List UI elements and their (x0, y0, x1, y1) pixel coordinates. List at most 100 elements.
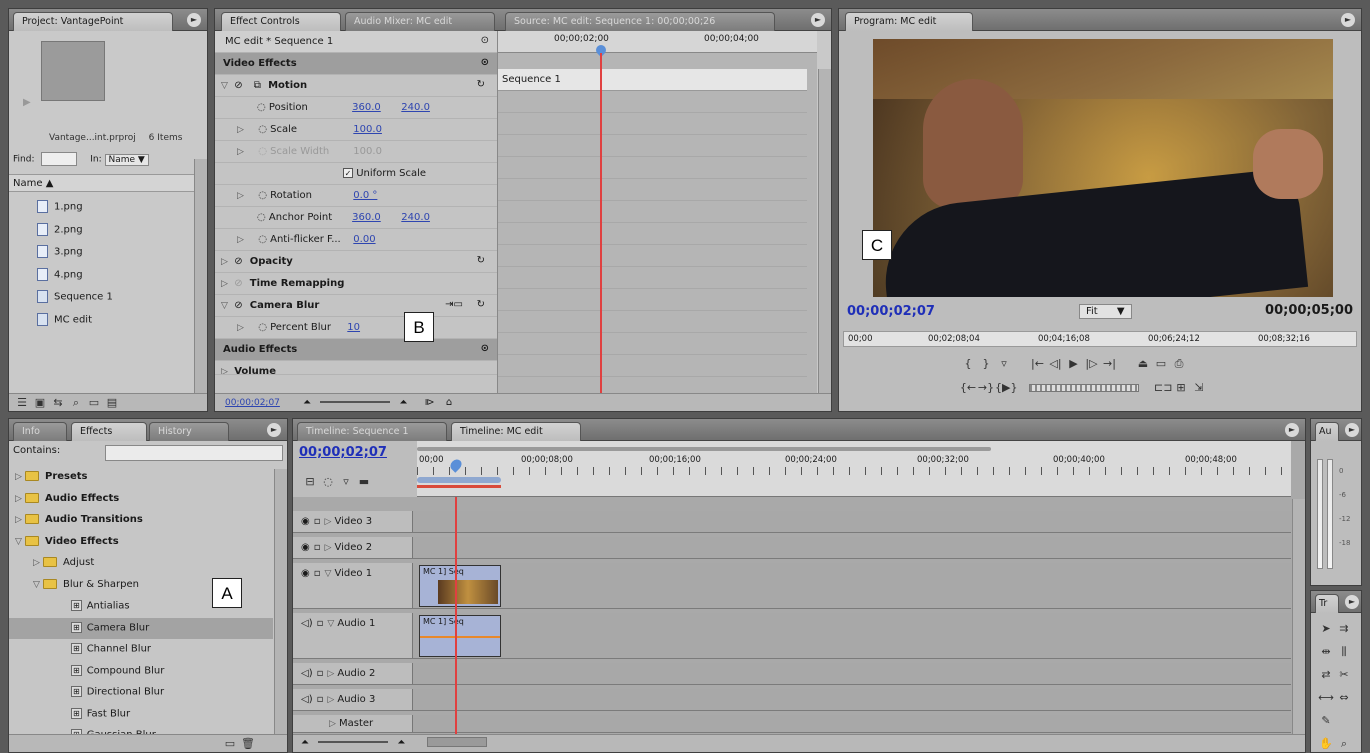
effect-timeline-scrollbar[interactable] (818, 69, 831, 393)
name-column-header[interactable]: Name ▲ (9, 174, 207, 192)
stopwatch-icon[interactable]: ◌ (257, 212, 266, 223)
delete-icon[interactable]: 🗑 (239, 737, 257, 750)
effects-tree-item[interactable]: ▽ Video Effects (9, 532, 273, 554)
expand-triangle-icon[interactable]: ▽ (327, 619, 337, 629)
effects-tree-item[interactable]: ▷ Audio Effects (9, 489, 273, 511)
snap-icon[interactable]: ⊟ (301, 475, 319, 488)
audio-clip[interactable]: MC 1] Seq (419, 615, 501, 657)
tab-effects[interactable]: Effects (71, 422, 147, 441)
lock-icon[interactable]: ▫ (314, 542, 321, 553)
effects-tree-item[interactable]: ▷ Presets (9, 467, 273, 489)
zoom-in-icon[interactable]: ⏶ (399, 397, 407, 408)
timeline-scrollbar[interactable] (1292, 499, 1305, 734)
eye-icon[interactable]: ◉ (301, 516, 310, 527)
multicam-icon[interactable]: ⊞ (1172, 381, 1190, 394)
zoom-out-icon[interactable]: ⏶ (301, 737, 309, 748)
video-clip[interactable]: MC 1] Seq (419, 565, 501, 607)
rolling-edit-tool-icon[interactable]: ⫼ (1335, 641, 1353, 663)
expand-triangle-icon[interactable]: ▷ (325, 543, 335, 553)
lock-icon[interactable]: ▫ (314, 568, 321, 579)
camera-blur-row[interactable]: ▽ ⊘ Camera Blur ⇥▭ ↻ (215, 295, 497, 317)
speaker-icon[interactable]: ◁) (301, 668, 313, 679)
anchor-y-value[interactable]: 240.0 (401, 212, 430, 223)
expand-triangle-icon[interactable]: ▷ (33, 558, 43, 568)
program-current-timecode[interactable]: 00;00;02;07 (847, 304, 935, 319)
stopwatch-icon[interactable]: ◌ (258, 234, 267, 245)
tab-info[interactable]: Info (13, 422, 67, 441)
expand-triangle-icon[interactable]: ▷ (221, 279, 231, 289)
set-marker-icon[interactable]: ▿ (995, 357, 1013, 370)
expand-triangle-icon[interactable]: ▷ (221, 367, 231, 374)
new-bin-icon[interactable]: ▭ (85, 396, 103, 409)
horizontal-scrollbar[interactable] (426, 737, 487, 747)
expand-triangle-icon[interactable]: ▽ (33, 580, 43, 590)
icon-view-icon[interactable]: ▣ (31, 396, 49, 409)
expand-triangle-icon[interactable]: ▽ (15, 537, 25, 547)
mark-out-icon[interactable]: } (977, 357, 995, 370)
tab-effect-controls[interactable]: Effect Controls (221, 12, 341, 31)
effects-tree-item[interactable]: ⊞ Compound Blur (9, 661, 273, 683)
expand-triangle-icon[interactable]: ▷ (221, 257, 231, 267)
stopwatch-icon[interactable]: ◌ (258, 190, 267, 201)
find-icon[interactable]: ⌕ (67, 396, 85, 410)
lock-icon[interactable]: ▫ (317, 618, 324, 629)
play-thumbnail-icon[interactable]: ▶ (23, 97, 31, 108)
fx-toggle-icon[interactable]: ⊘ (234, 80, 242, 91)
scroll-to-clip-icon[interactable]: ⊙ (481, 35, 489, 46)
list-item[interactable]: Sequence 1 (9, 285, 193, 308)
reset-icon[interactable]: ↻ (477, 299, 485, 310)
loop-icon[interactable]: ⌂ (446, 397, 452, 408)
trim-icon[interactable]: ⊏⊐ (1154, 381, 1172, 394)
lift-icon[interactable]: ⏏ (1134, 357, 1152, 370)
expand-triangle-icon[interactable]: ▷ (15, 515, 25, 525)
jog-shuttle[interactable] (1028, 384, 1139, 392)
volume-row[interactable]: ▷ Volume (215, 361, 497, 375)
panel-menu-icon[interactable]: ► (1285, 423, 1299, 437)
audio-effects-toggle-icon[interactable]: ⊙ (481, 343, 489, 354)
set-marker-icon[interactable]: ▿ (337, 475, 355, 488)
position-y-value[interactable]: 240.0 (401, 102, 430, 113)
video-effects-toggle-icon[interactable]: ⊙ (481, 57, 489, 68)
list-item[interactable]: 1.png (9, 195, 193, 218)
list-item[interactable]: 3.png (9, 240, 193, 263)
tab-tools[interactable]: Tr (1315, 594, 1339, 613)
export-frame-icon[interactable]: ⎙ (1170, 357, 1188, 371)
tab-audio-mixer[interactable]: Audio Mixer: MC edit (345, 12, 495, 31)
panel-menu-icon[interactable]: ► (267, 423, 281, 437)
effects-tree-item[interactable]: ⊞ Directional Blur (9, 682, 273, 704)
speaker-icon[interactable]: ◁) (301, 694, 313, 705)
scale-value[interactable]: 100.0 (353, 124, 382, 135)
output-icon[interactable]: ⇲ (1190, 381, 1208, 394)
effects-scrollbar[interactable] (274, 469, 287, 734)
work-area-bar[interactable] (417, 447, 991, 451)
program-ruler[interactable]: 00;00 00;02;08;04 00;04;16;08 00;06;24;1… (843, 331, 1357, 347)
list-item[interactable]: MC edit (9, 308, 193, 331)
expand-triangle-icon[interactable]: ▷ (15, 494, 25, 504)
stopwatch-icon[interactable]: ◌ (258, 124, 267, 135)
list-view-icon[interactable]: ☰ (13, 396, 31, 409)
zoom-out-icon[interactable]: ⏶ (303, 397, 311, 408)
expand-triangle-icon[interactable]: ▽ (221, 81, 231, 91)
tab-source[interactable]: Source: MC edit: Sequence 1: 00;00;00;26 (505, 12, 775, 31)
project-scrollbar[interactable] (194, 159, 207, 393)
effects-tree-item[interactable]: ⊞ Channel Blur (9, 639, 273, 661)
timeline-ruler[interactable]: 00;00 00;00;08;00 00;00;16;00 00;00;24;0… (417, 441, 1291, 497)
new-item-icon[interactable]: ▤ (103, 396, 121, 409)
set-encore-marker-icon[interactable]: ◌ (319, 475, 337, 488)
rotation-value[interactable]: 0.0 ° (353, 190, 377, 201)
extract-icon[interactable]: ▭ (1152, 357, 1170, 370)
reset-icon[interactable]: ↻ (477, 255, 485, 266)
effects-tree-item[interactable]: ⊞ Fast Blur (9, 704, 273, 726)
slide-tool-icon[interactable]: ⇔ (1335, 687, 1353, 709)
effect-timeline-ruler[interactable]: 00;00;02;00 00;00;04;00 (498, 31, 817, 53)
stopwatch-icon[interactable]: ◌ (258, 322, 267, 333)
opacity-row[interactable]: ▷ ⊘ Opacity ↻ (215, 251, 497, 273)
rate-stretch-tool-icon[interactable]: ⇄ (1317, 664, 1335, 686)
selection-tool-icon[interactable]: ➤ (1317, 618, 1335, 640)
go-to-out-icon[interactable]: →| (1101, 357, 1119, 370)
expand-triangle-icon[interactable]: ▷ (237, 125, 247, 135)
panel-menu-icon[interactable]: ► (1341, 13, 1355, 27)
list-item[interactable]: 2.png (9, 218, 193, 241)
tab-history[interactable]: History (149, 422, 229, 441)
zoom-tool-icon[interactable]: ⌕ (1335, 733, 1353, 752)
